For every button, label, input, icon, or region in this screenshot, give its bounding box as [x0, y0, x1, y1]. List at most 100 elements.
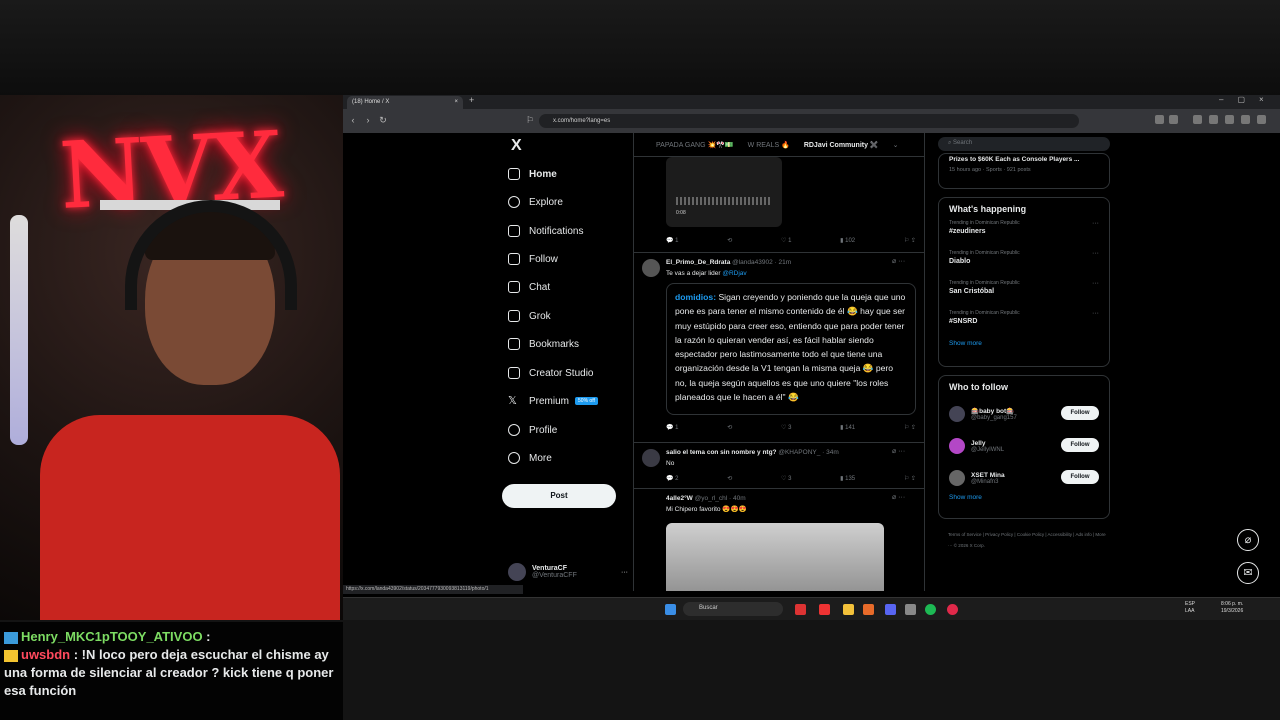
- messages-float-icon[interactable]: ✉: [1237, 562, 1259, 584]
- follow-suggestion[interactable]: Jelly @JellyIWNL Follow: [949, 430, 1099, 462]
- reload-icon[interactable]: ↻: [377, 114, 389, 126]
- nav-notifications[interactable]: Notifications: [508, 222, 583, 240]
- account-switcher[interactable]: VenturaCF @VenturaCFF ···: [508, 561, 628, 583]
- tweet-author[interactable]: salio el tema con sin nombre y ntg?: [666, 449, 777, 456]
- tweet[interactable]: salio el tema con sin nombre y ntg? @KHA…: [634, 443, 924, 489]
- avatar[interactable]: [642, 259, 660, 277]
- back-icon[interactable]: ‹: [347, 114, 359, 126]
- brave-icon[interactable]: [863, 604, 874, 615]
- news-card[interactable]: Prizes to $60K Each as Console Players .…: [938, 153, 1110, 189]
- reply-icon[interactable]: 💬 1: [666, 237, 678, 244]
- spotify-icon[interactable]: [925, 604, 936, 615]
- menu-icon[interactable]: [1257, 115, 1266, 124]
- grok-icon[interactable]: ⌀ ···: [892, 447, 905, 455]
- window-controls[interactable]: –▢×: [1219, 95, 1278, 104]
- quote-mention[interactable]: domidios:: [675, 292, 716, 302]
- tweet[interactable]: El_Primo_De_Rdrata @landa43902 · 21m ⌀ ·…: [634, 253, 924, 443]
- nav-explore[interactable]: Explore: [508, 193, 563, 211]
- follow-button[interactable]: Follow: [1061, 470, 1099, 484]
- views-icon[interactable]: ▮ 141: [840, 424, 855, 431]
- video-thumbnail[interactable]: 0:08: [666, 157, 782, 227]
- tweet[interactable]: 4alle2°W @yo_rl_chl · 40m ⌀ ··· Mi Chipe…: [634, 489, 924, 591]
- taskbar-search[interactable]: Buscar: [683, 602, 783, 616]
- retweet-icon[interactable]: ⟲: [727, 475, 732, 482]
- post-button[interactable]: Post: [502, 484, 616, 508]
- grok-icon[interactable]: ⌀ ···: [892, 493, 905, 501]
- folder-icon[interactable]: [843, 604, 854, 615]
- avatar[interactable]: [642, 449, 660, 467]
- bookmark-icon[interactable]: ⚐ ⇪: [904, 424, 916, 431]
- trend-item[interactable]: Trending in Dominican Republic San Cristó…: [949, 280, 1099, 310]
- tab-w-reals[interactable]: W REALS 🔥: [748, 141, 790, 149]
- nav-chat[interactable]: Chat: [508, 278, 550, 296]
- nav-grok[interactable]: Grok: [508, 307, 551, 325]
- more-icon[interactable]: ···: [1092, 220, 1099, 227]
- grok-float-icon[interactable]: ⌀: [1237, 529, 1259, 551]
- follow-suggestion[interactable]: XSET Mina @Minafn3 Follow: [949, 462, 1099, 494]
- views-icon[interactable]: ▮ 135: [840, 475, 855, 482]
- search-input[interactable]: ⌕ Search: [938, 137, 1110, 151]
- footer-links[interactable]: Terms of Service | Privacy Policy | Cook…: [948, 529, 1108, 551]
- bookmark-icon[interactable]: ⚐ ⇪: [904, 475, 916, 482]
- grok-icon[interactable]: ⌀ ···: [892, 257, 905, 265]
- reply-icon[interactable]: 💬 2: [666, 475, 678, 482]
- tweet-author[interactable]: 4alle2°W: [666, 495, 693, 502]
- extension-icon[interactable]: [1225, 115, 1234, 124]
- extension-icon[interactable]: [1193, 115, 1202, 124]
- quoted-tweet[interactable]: domidios: Sigan creyendo y poniendo que …: [666, 283, 916, 415]
- follow-button[interactable]: Follow: [1061, 438, 1099, 452]
- bookmark-icon[interactable]: ⚐ ⇪: [904, 237, 916, 244]
- windows-start-icon[interactable]: [665, 604, 676, 615]
- retweet-icon[interactable]: ⟲: [727, 424, 732, 431]
- app-icon[interactable]: [819, 604, 830, 615]
- like-icon[interactable]: ♡ 3: [781, 475, 791, 482]
- tweet-photo[interactable]: [666, 523, 884, 591]
- app-icon[interactable]: [795, 604, 806, 615]
- nav-bookmarks[interactable]: Bookmarks: [508, 335, 579, 353]
- app-icon[interactable]: [905, 604, 916, 615]
- trend-item[interactable]: Trending in Dominican Republic #zeudiners…: [949, 220, 1099, 250]
- tweet[interactable]: 0:08 💬 1 ⟲ ♡ 1 ▮ 102 ⚐ ⇪: [634, 157, 924, 253]
- trend-item[interactable]: Trending in Dominican Republic Diablo ···: [949, 250, 1099, 280]
- extension-icon[interactable]: [1209, 115, 1218, 124]
- x-logo[interactable]: X: [511, 137, 522, 155]
- nav-more[interactable]: More: [508, 449, 552, 467]
- discord-icon[interactable]: [885, 604, 896, 615]
- more-icon[interactable]: ···: [621, 569, 628, 576]
- clock[interactable]: 8:06 p. m. 19/3/2026: [1221, 601, 1243, 615]
- bookmark-page-icon[interactable]: ⚐: [524, 114, 536, 126]
- follow-suggestion[interactable]: 🎰baby bot🎰 @baby_gang157 Follow: [949, 398, 1099, 430]
- new-tab-icon[interactable]: +: [469, 95, 474, 105]
- reply-icon[interactable]: 💬 1: [666, 424, 678, 431]
- show-more-link[interactable]: Show more: [949, 494, 1099, 501]
- nav-profile[interactable]: Profile: [508, 421, 557, 439]
- extension-icon[interactable]: [1155, 115, 1164, 124]
- more-icon[interactable]: ···: [1092, 250, 1099, 257]
- tweet-author[interactable]: El_Primo_De_Rdrata: [666, 259, 730, 266]
- app-icon[interactable]: [947, 604, 958, 615]
- like-icon[interactable]: ♡ 1: [781, 237, 791, 244]
- extension-icon[interactable]: [1169, 115, 1178, 124]
- show-more-link[interactable]: Show more: [949, 340, 1099, 347]
- nav-home[interactable]: Home: [508, 165, 557, 183]
- tab-rdjavi-community[interactable]: RDJavi Community ✖️: [804, 141, 879, 149]
- nav-follow[interactable]: Follow: [508, 250, 558, 268]
- url-field[interactable]: x.com/home?lang=es: [539, 114, 1079, 128]
- language-indicator[interactable]: ESP LAA: [1185, 601, 1199, 615]
- nav-creator-studio[interactable]: Creator Studio: [508, 364, 593, 382]
- nav-premium[interactable]: 𝕏 Premium 50% off: [508, 392, 598, 410]
- trend-item[interactable]: Trending in Dominican Republic #SNSRD ···: [949, 310, 1099, 340]
- close-tab-icon[interactable]: ×: [454, 99, 458, 105]
- extension-icon[interactable]: [1241, 115, 1250, 124]
- chevron-down-icon[interactable]: ⌄: [893, 141, 899, 149]
- like-icon[interactable]: ♡ 3: [781, 424, 791, 431]
- follow-button[interactable]: Follow: [1061, 406, 1099, 420]
- retweet-icon[interactable]: ⟲: [727, 237, 732, 244]
- mention-link[interactable]: @RDjav: [722, 270, 746, 277]
- tab-papada-gang[interactable]: PAPADA GANG 💥🎌💵: [656, 141, 734, 149]
- more-icon[interactable]: ···: [1092, 310, 1099, 317]
- views-icon[interactable]: ▮ 102: [840, 237, 855, 244]
- more-icon[interactable]: ···: [1092, 280, 1099, 287]
- browser-tab[interactable]: (18) Home / X ×: [347, 96, 463, 109]
- forward-icon[interactable]: ›: [362, 114, 374, 126]
